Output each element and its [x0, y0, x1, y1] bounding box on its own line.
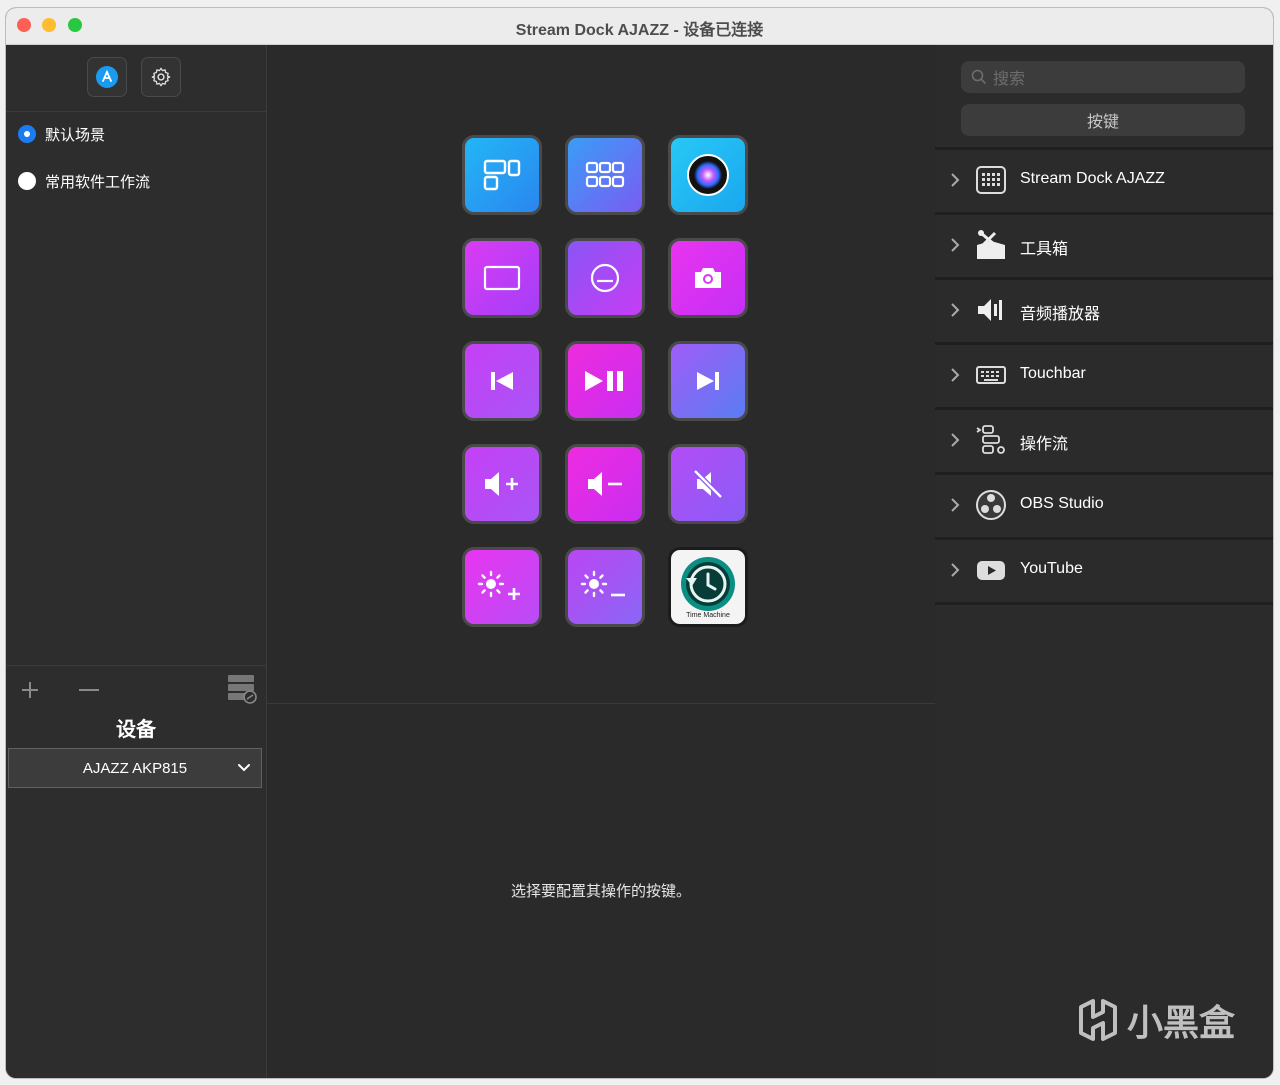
volume-up-icon	[482, 469, 522, 499]
watermark: 小黑盒	[1075, 994, 1235, 1046]
window-title: Stream Dock AJAZZ - 设备已连接	[515, 22, 764, 39]
workflow-icon	[975, 424, 1007, 456]
audio-player-icon	[975, 294, 1007, 326]
key-grid-apps[interactable]	[565, 135, 645, 215]
search-placeholder: 搜索	[993, 71, 1026, 88]
device-dropdown[interactable]: AJAZZ AKP815	[8, 748, 262, 788]
obs-icon	[975, 489, 1007, 521]
key-time-machine[interactable]: Time Machine	[668, 547, 748, 627]
search-icon	[971, 69, 987, 85]
store-button[interactable]	[87, 57, 127, 97]
device-dropdown-value: AJAZZ AKP815	[82, 759, 188, 777]
category-stream-dock[interactable]: Stream Dock AJAZZ	[935, 147, 1273, 212]
category-touchbar[interactable]: Touchbar	[935, 342, 1273, 407]
category-workflow[interactable]: 操作流	[935, 407, 1273, 472]
xiaoheihe-logo-icon	[1078, 999, 1117, 1041]
key-brightness-down[interactable]	[565, 547, 645, 627]
category-label: 音频播放器	[1020, 306, 1101, 323]
window-layout-icon	[482, 157, 522, 193]
key-volume-down[interactable]	[565, 444, 645, 524]
camera-icon	[692, 265, 724, 291]
key-volume-up[interactable]	[462, 444, 542, 524]
next-track-icon	[693, 369, 723, 393]
key-layout-area: Time Machine 选择要配置其操作的按键。	[267, 45, 935, 1078]
scene-tools	[6, 665, 266, 710]
brightness-up-icon	[477, 570, 527, 604]
search-input[interactable]: 搜索	[961, 61, 1245, 93]
scene-settings-icon[interactable]	[226, 672, 258, 704]
previous-track-icon	[487, 369, 517, 393]
scene-label: 常用软件工作流	[45, 173, 151, 191]
add-scene-icon[interactable]	[20, 680, 40, 700]
key-brightness-up[interactable]	[462, 547, 542, 627]
key-circle-minus[interactable]	[565, 238, 645, 318]
category-list: Stream Dock AJAZZ 工具箱 音频播放器 Touchbar 操作流…	[935, 147, 1273, 605]
chevron-right-icon	[951, 368, 960, 382]
app-store-icon	[96, 66, 118, 88]
chevron-down-icon	[238, 764, 250, 772]
sidebar-toolbar	[6, 45, 266, 112]
chevron-right-icon	[951, 433, 960, 447]
category-label: OBS Studio	[1020, 495, 1104, 512]
key-previous-track[interactable]	[462, 341, 542, 421]
key-window-layout[interactable]	[462, 135, 542, 215]
chevron-right-icon	[951, 303, 960, 317]
key-play-pause[interactable]	[565, 341, 645, 421]
keys-segment-button[interactable]: 按键	[961, 104, 1245, 136]
youtube-icon	[975, 554, 1007, 586]
siri-icon	[686, 153, 730, 197]
chevron-right-icon	[951, 238, 960, 252]
remove-scene-icon[interactable]	[78, 680, 100, 700]
category-label: 工具箱	[1020, 241, 1069, 258]
title-bar: Stream Dock AJAZZ - 设备已连接	[6, 8, 1273, 45]
category-audio-player[interactable]: 音频播放器	[935, 277, 1273, 342]
scene-item-default[interactable]: 默认场景	[18, 122, 105, 146]
divider	[267, 703, 935, 704]
mute-icon	[691, 467, 725, 501]
app-window: Stream Dock AJAZZ - 设备已连接 默认场景 常用软件工作流 设…	[6, 8, 1273, 1078]
category-toolbox[interactable]: 工具箱	[935, 212, 1273, 277]
grid-apps-icon	[585, 160, 625, 190]
category-label: 操作流	[1020, 436, 1069, 453]
radio-unselected[interactable]	[18, 172, 36, 190]
watermark-text: 小黑盒	[1126, 1002, 1235, 1043]
key-camera[interactable]	[668, 238, 748, 318]
keyboard-icon	[975, 359, 1007, 391]
scene-label: 默认场景	[45, 126, 106, 144]
key-mute[interactable]	[668, 444, 748, 524]
brightness-down-icon	[580, 570, 630, 604]
category-obs[interactable]: OBS Studio	[935, 472, 1273, 537]
play-pause-icon	[583, 368, 627, 394]
config-hint: 选择要配置其操作的按键。	[510, 883, 691, 900]
device-heading: 设备	[116, 719, 156, 741]
key-next-track[interactable]	[668, 341, 748, 421]
chevron-right-icon	[951, 498, 960, 512]
category-label: Stream Dock AJAZZ	[1020, 170, 1165, 187]
chevron-right-icon	[951, 563, 960, 577]
gear-icon	[151, 67, 171, 87]
radio-selected[interactable]	[18, 125, 36, 143]
sidebar: 默认场景 常用软件工作流 设备 AJAZZ AKP815	[6, 45, 267, 1078]
toolbox-icon	[975, 229, 1007, 261]
category-label: YouTube	[1020, 560, 1083, 577]
category-youtube[interactable]: YouTube	[935, 537, 1273, 605]
key-rectangle[interactable]	[462, 238, 542, 318]
device-keypad-icon	[975, 164, 1007, 196]
chevron-right-icon	[951, 173, 960, 187]
circle-minus-icon	[588, 261, 622, 295]
key-caption: Time Machine	[686, 611, 730, 619]
time-machine-icon	[676, 556, 740, 616]
rectangle-icon	[482, 263, 522, 293]
key-siri[interactable]	[668, 135, 748, 215]
category-label: Touchbar	[1020, 365, 1086, 382]
volume-down-icon	[585, 469, 625, 499]
settings-button[interactable]	[141, 57, 181, 97]
scene-item-workflow[interactable]: 常用软件工作流	[18, 169, 150, 193]
actions-panel: 搜索 按键 Stream Dock AJAZZ 工具箱 音频播放器 Touchb…	[935, 45, 1273, 1078]
